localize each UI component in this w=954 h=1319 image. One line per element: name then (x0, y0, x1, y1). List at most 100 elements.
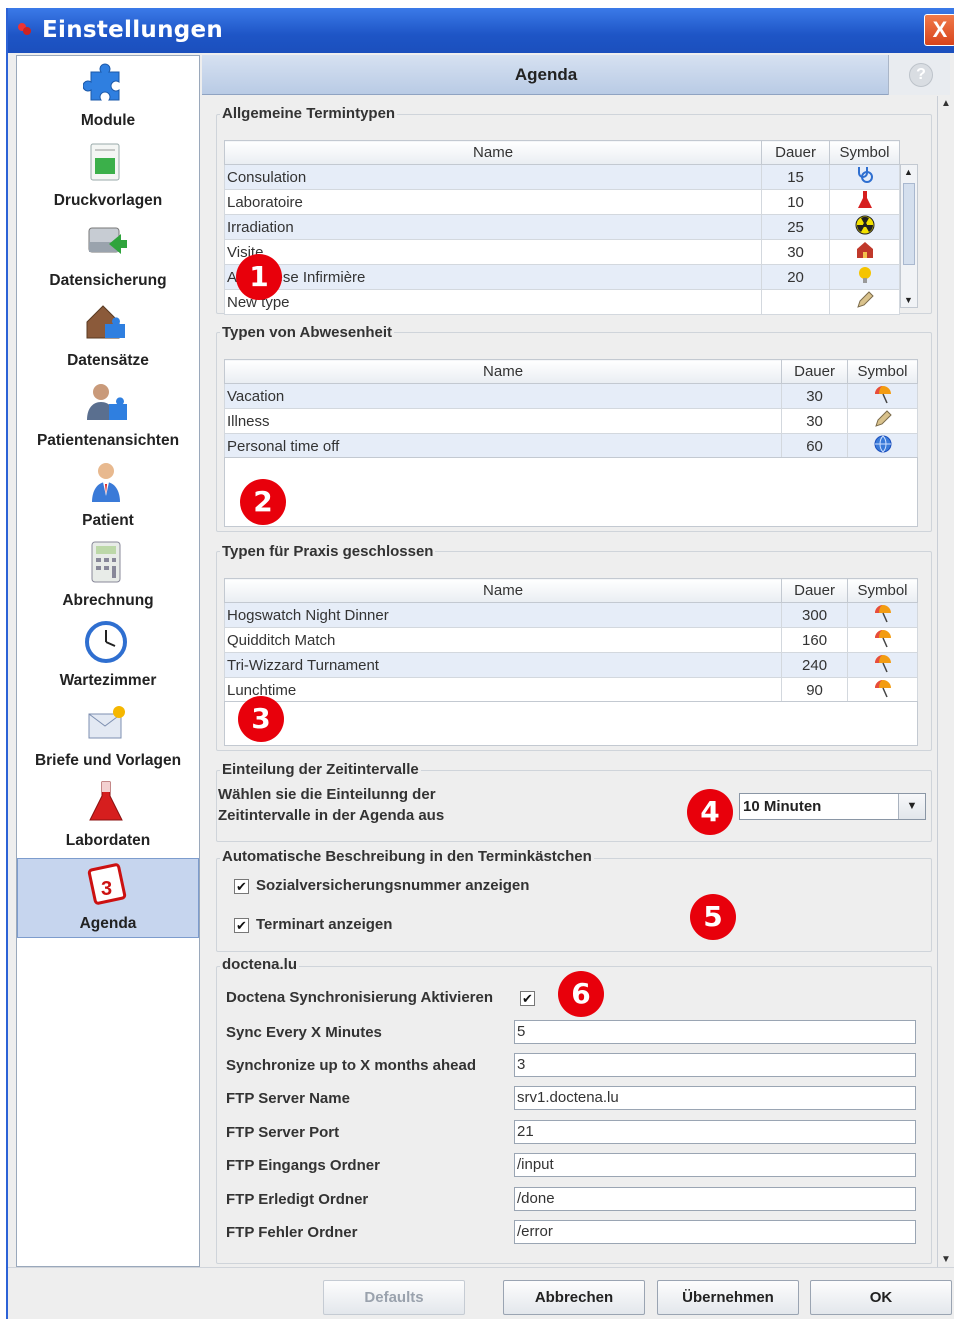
sidebar-item-module[interactable]: Module (17, 56, 199, 136)
column-header[interactable]: Dauer (781, 578, 849, 603)
table-row[interactable]: Visite 30 (223, 239, 900, 265)
chevron-down-icon[interactable]: ▼ (898, 794, 925, 819)
cell-duration[interactable]: 240 (781, 652, 849, 678)
interval-select[interactable]: 10 Minuten ▼ (739, 793, 926, 820)
cell-name[interactable]: Laboratoire (223, 189, 763, 215)
table-empty-area[interactable] (224, 701, 918, 746)
cell-duration[interactable]: 30 (761, 239, 831, 265)
cell-name[interactable]: Visite (223, 239, 763, 265)
column-header[interactable]: Name (223, 359, 783, 384)
cell-duration[interactable]: 20 (761, 264, 831, 290)
cell-duration[interactable]: 10 (761, 189, 831, 215)
ftp-server-name-input[interactable]: srv1.doctena.lu (514, 1086, 916, 1110)
close-button[interactable]: X (924, 14, 954, 46)
table-row[interactable]: New type (223, 289, 900, 315)
sidebar-item-patient[interactable]: Patient (17, 456, 199, 536)
doctena-sync-checkbox[interactable]: ✔ (520, 991, 535, 1006)
cell-name[interactable]: Anamnèse Infirmière (223, 264, 763, 290)
table-row[interactable]: Vacation 30 (223, 383, 918, 409)
appointment-type-checkbox[interactable]: ✔ (234, 918, 249, 933)
table-row[interactable]: Personal time off 60 (223, 433, 918, 459)
cell-duration[interactable]: 30 (781, 383, 849, 409)
column-header[interactable]: Symbol (829, 140, 900, 165)
cell-name[interactable]: Irradiation (223, 214, 763, 240)
beach-umbrella-icon (874, 655, 891, 673)
table-row[interactable]: Lunchtime 90 (223, 677, 918, 703)
apply-button[interactable]: Übernehmen (657, 1280, 799, 1315)
interval-selected-value: 10 Minuten (743, 798, 822, 815)
sidebar-item-label: Patient (82, 512, 134, 529)
cell-duration[interactable]: 30 (781, 408, 849, 434)
sidebar-item-datensicherung[interactable]: Datensicherung (17, 216, 199, 296)
ftp-error-folder-input[interactable]: /error (514, 1220, 916, 1244)
column-header[interactable]: Dauer (781, 359, 849, 384)
scroll-down-icon[interactable]: ▼ (941, 1254, 951, 1265)
column-header[interactable]: Dauer (761, 140, 831, 165)
table-row[interactable]: Hogswatch Night Dinner 300 (223, 602, 918, 628)
column-header[interactable]: Name (223, 140, 763, 165)
cell-duration[interactable]: 160 (781, 627, 849, 653)
cell-name[interactable]: Quidditch Match (223, 627, 783, 653)
cell-duration[interactable]: 300 (781, 602, 849, 628)
column-header[interactable]: Name (223, 578, 783, 603)
annotation-badge-6: 6 (558, 971, 604, 1017)
table-row[interactable]: Irradiation 25 (223, 214, 900, 240)
cell-duration[interactable]: 60 (781, 433, 849, 459)
cell-duration[interactable] (761, 289, 831, 315)
scroll-down-icon[interactable]: ▼ (904, 295, 913, 305)
table-scrollbar[interactable]: ▲ ▼ (900, 164, 918, 308)
ok-button[interactable]: OK (810, 1280, 952, 1315)
column-header[interactable]: Symbol (847, 578, 918, 603)
sidebar-item-abrechnung[interactable]: Abrechnung (17, 536, 199, 616)
cell-name[interactable]: Illness (223, 408, 783, 434)
ftp-done-folder-input[interactable]: /done (514, 1187, 916, 1211)
beach-umbrella-icon (874, 386, 891, 404)
annotation-badge-2: 2 (240, 479, 286, 525)
table-empty-area[interactable] (224, 457, 918, 527)
cell-name[interactable]: Tri-Wizzard Turnament (223, 652, 783, 678)
cancel-button[interactable]: Abbrechen (503, 1280, 645, 1315)
absence-types-table: Name Dauer Symbol Vacation 30 Illness 30 Per… (223, 359, 918, 459)
ftp-input-folder-input[interactable]: /input (514, 1153, 916, 1177)
content-scrollbar[interactable]: ▲ ▼ (937, 96, 954, 1267)
sidebar-item-wartezimmer[interactable]: Wartezimmer (17, 616, 199, 696)
cell-duration[interactable]: 90 (781, 677, 849, 703)
scroll-thumb[interactable] (903, 183, 915, 265)
table-row[interactable]: Tri-Wizzard Turnament 240 (223, 652, 918, 678)
scroll-up-icon[interactable]: ▲ (941, 98, 951, 109)
ssn-checkbox[interactable]: ✔ (234, 879, 249, 894)
cell-name[interactable]: Personal time off (223, 433, 783, 459)
cell-name[interactable]: Lunchtime (223, 677, 783, 703)
sidebar-item-druckvorlagen[interactable]: Druckvorlagen (17, 136, 199, 216)
ftp-server-port-input[interactable]: 21 (514, 1120, 916, 1144)
help-button[interactable]: ? (888, 55, 950, 95)
scroll-up-icon[interactable]: ▲ (904, 167, 913, 177)
appointment-type-checkbox-label[interactable]: Terminart anzeigen (256, 916, 392, 933)
cell-duration[interactable]: 25 (761, 214, 831, 240)
table-row[interactable]: Anamnèse Infirmière 20 (223, 264, 900, 290)
sidebar-item-agenda[interactable]: 3 Agenda (17, 858, 199, 938)
table-row[interactable]: Quidditch Match 160 (223, 627, 918, 653)
cell-name[interactable]: New type (223, 289, 763, 315)
cell-name[interactable]: Consulation (223, 164, 763, 190)
doctena-sync-label[interactable]: Doctena Synchronisierung Aktivieren (226, 989, 493, 1006)
cell-duration[interactable]: 15 (761, 164, 831, 190)
column-header[interactable]: Symbol (847, 359, 918, 384)
table-row[interactable]: Laboratoire 10 (223, 189, 900, 215)
field-label-ftp-server-name: FTP Server Name (226, 1090, 350, 1107)
sidebar-item-labordaten[interactable]: Labordaten (17, 776, 199, 856)
sidebar-item-patientenansichten[interactable]: Patientenansichten (17, 376, 199, 456)
table-row[interactable]: Illness 30 (223, 408, 918, 434)
cell-name[interactable]: Hogswatch Night Dinner (223, 602, 783, 628)
sidebar-item-datensaetze[interactable]: Datensätze (17, 296, 199, 376)
cell-name[interactable]: Vacation (223, 383, 783, 409)
sidebar-item-briefe[interactable]: Briefe und Vorlagen (17, 696, 199, 776)
sync-months-input[interactable]: 3 (514, 1053, 916, 1077)
table-row[interactable]: Consulation 15 (223, 164, 900, 190)
group-title: Allgemeine Termintypen (220, 105, 398, 122)
letter-icon (88, 706, 125, 739)
defaults-button[interactable]: Defaults (323, 1280, 465, 1315)
interval-description-line2: Zeitintervalle in der Agenda aus (218, 807, 445, 824)
sync-minutes-input[interactable]: 5 (514, 1020, 916, 1044)
ssn-checkbox-label[interactable]: Sozialversicherungsnummer anzeigen (256, 877, 529, 894)
